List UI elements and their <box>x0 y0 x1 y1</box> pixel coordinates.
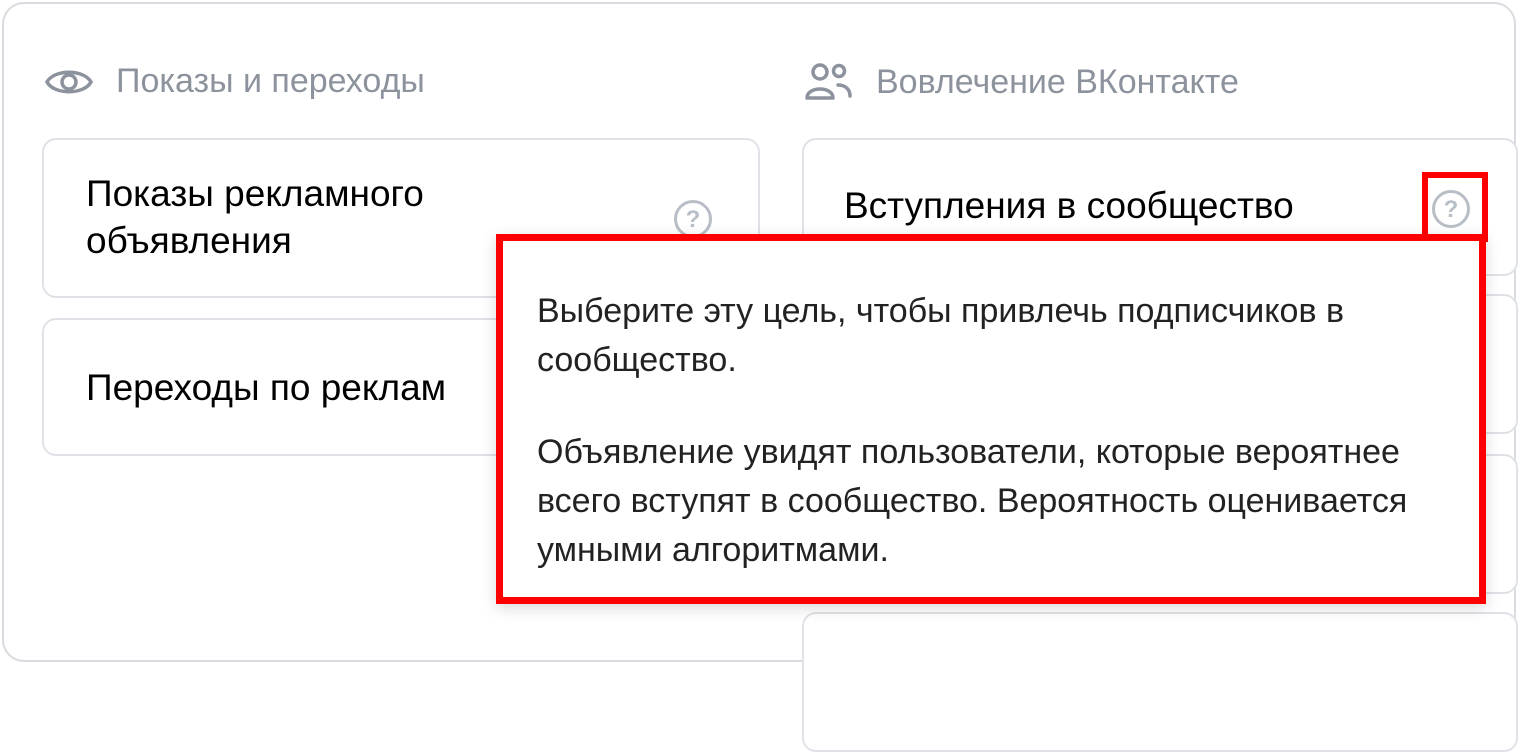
section-title: Вовлечение ВКонтакте <box>876 62 1239 101</box>
section-title: Показы и переходы <box>116 62 425 100</box>
help-icon[interactable]: ? <box>674 200 712 238</box>
goal-card-label: Вступления в сообщество <box>844 185 1294 226</box>
tooltip-paragraph: Выберите эту цель, чтобы привлечь подпис… <box>537 292 1345 379</box>
eye-icon <box>44 63 94 101</box>
goal-card-label: Переходы по реклам <box>86 367 447 408</box>
section-header-impressions: Показы и переходы <box>44 62 425 101</box>
help-tooltip: Выберите эту цель, чтобы привлечь подпис… <box>496 234 1486 604</box>
goal-card-label: Показы рекламного объявления <box>86 173 424 261</box>
help-icon-highlight <box>1422 172 1488 242</box>
tooltip-paragraph: Объявление увидят пользователи, которые … <box>537 433 1408 569</box>
section-header-engagement: Вовлечение ВКонтакте <box>804 62 1239 102</box>
goal-card[interactable] <box>802 612 1518 752</box>
users-icon <box>804 62 852 102</box>
